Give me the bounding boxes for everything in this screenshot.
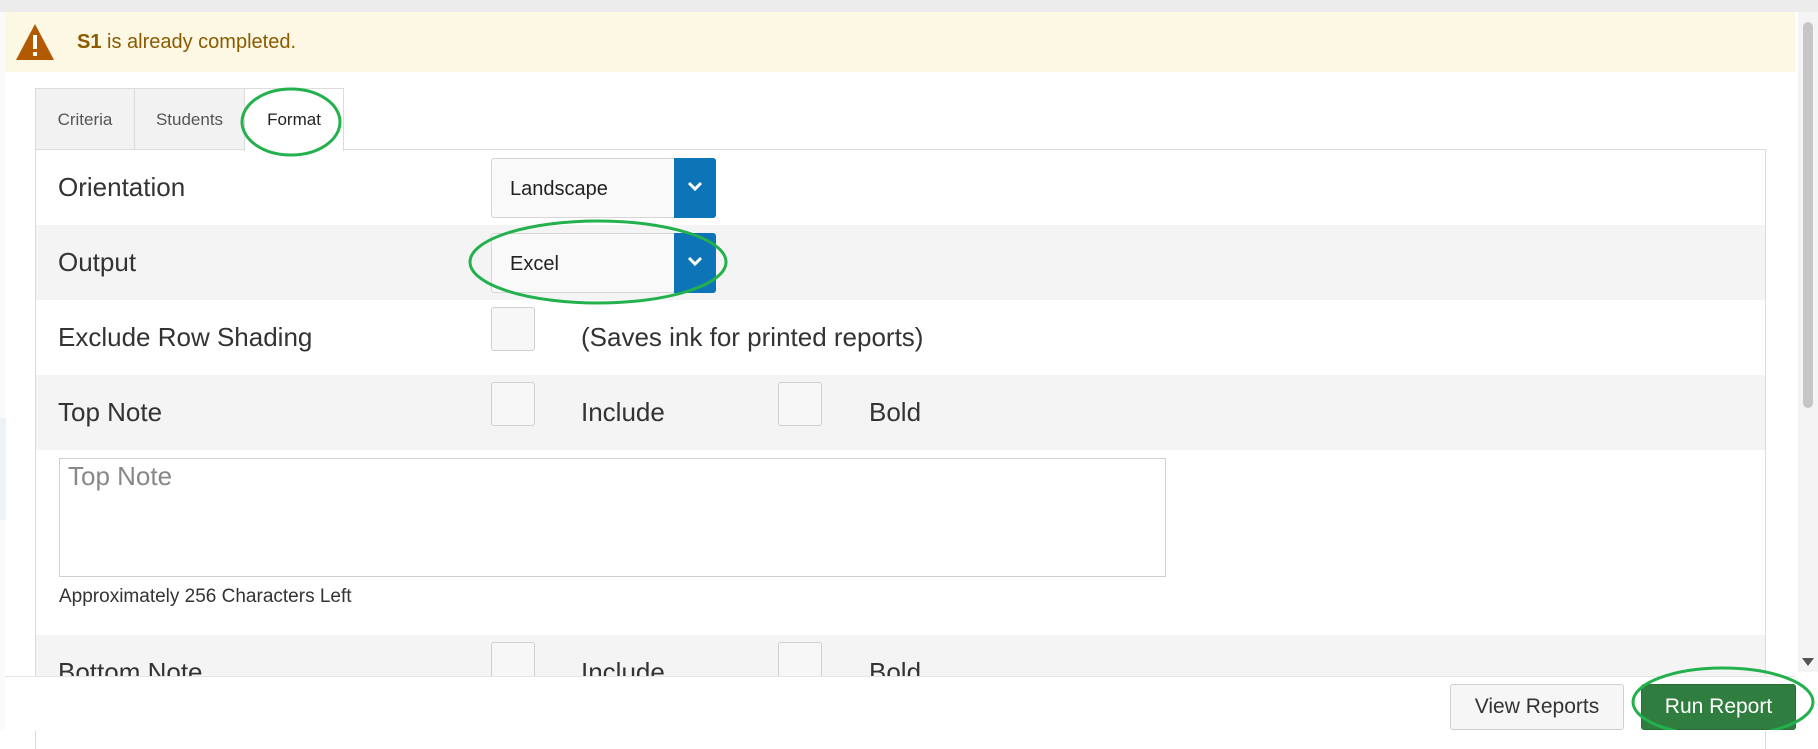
scroll-down-arrow-icon[interactable] xyxy=(1800,654,1816,670)
warning-icon xyxy=(16,24,54,60)
tab-students-label: Students xyxy=(155,110,224,129)
orientation-row: Orientation Landscape xyxy=(36,150,1765,225)
exclude-row-shading-row: Exclude Row Shading (Saves ink for print… xyxy=(36,300,1765,375)
orientation-label: Orientation xyxy=(58,172,186,202)
tab-criteria[interactable]: Criteria xyxy=(35,88,135,150)
top-strip xyxy=(0,0,1818,12)
top-note-textarea[interactable] xyxy=(59,458,1166,577)
tab-format[interactable]: Format xyxy=(244,88,344,151)
alert-message: S1 is already completed. xyxy=(77,31,296,54)
scrollbar-thumb[interactable] xyxy=(1803,22,1813,408)
left-edge-marker xyxy=(0,418,6,520)
alert-text: is already completed. xyxy=(101,31,297,53)
alert-code: S1 xyxy=(77,31,102,53)
output-row: Output Excel xyxy=(36,225,1765,300)
top-note-bold-checkbox[interactable] xyxy=(778,382,822,426)
tab-format-label: Format xyxy=(267,110,321,129)
orientation-dropdown-button[interactable] xyxy=(674,158,716,218)
top-note-bold-label: Bold xyxy=(869,397,922,427)
tab-students[interactable]: Students xyxy=(134,88,245,150)
exclude-row-shading-checkbox[interactable] xyxy=(491,307,535,351)
top-note-label: Top Note xyxy=(58,397,163,427)
top-note-include-label: Include xyxy=(581,397,665,427)
top-note-include-checkbox[interactable] xyxy=(491,382,535,426)
output-dropdown-button[interactable] xyxy=(674,233,716,293)
output-value: Excel xyxy=(510,253,559,275)
exclude-row-shading-label: Exclude Row Shading xyxy=(58,322,313,352)
chevron-down-icon xyxy=(687,181,703,192)
output-select[interactable]: Excel xyxy=(491,233,716,293)
output-label: Output xyxy=(58,247,137,277)
orientation-value: Landscape xyxy=(510,178,608,200)
top-note-row: Top Note Include Bold xyxy=(36,375,1765,450)
exclude-row-shading-hint: (Saves ink for printed reports) xyxy=(581,322,924,352)
orientation-select[interactable]: Landscape xyxy=(491,158,716,218)
view-reports-button[interactable]: View Reports xyxy=(1450,684,1624,730)
chevron-down-icon xyxy=(687,256,703,267)
left-gutter xyxy=(0,12,5,730)
tab-criteria-label: Criteria xyxy=(57,110,113,129)
completion-alert: S1 is already completed. xyxy=(5,12,1795,72)
run-report-button[interactable]: Run Report xyxy=(1641,684,1796,730)
top-note-chars-left: Approximately 256 Characters Left xyxy=(59,586,352,607)
